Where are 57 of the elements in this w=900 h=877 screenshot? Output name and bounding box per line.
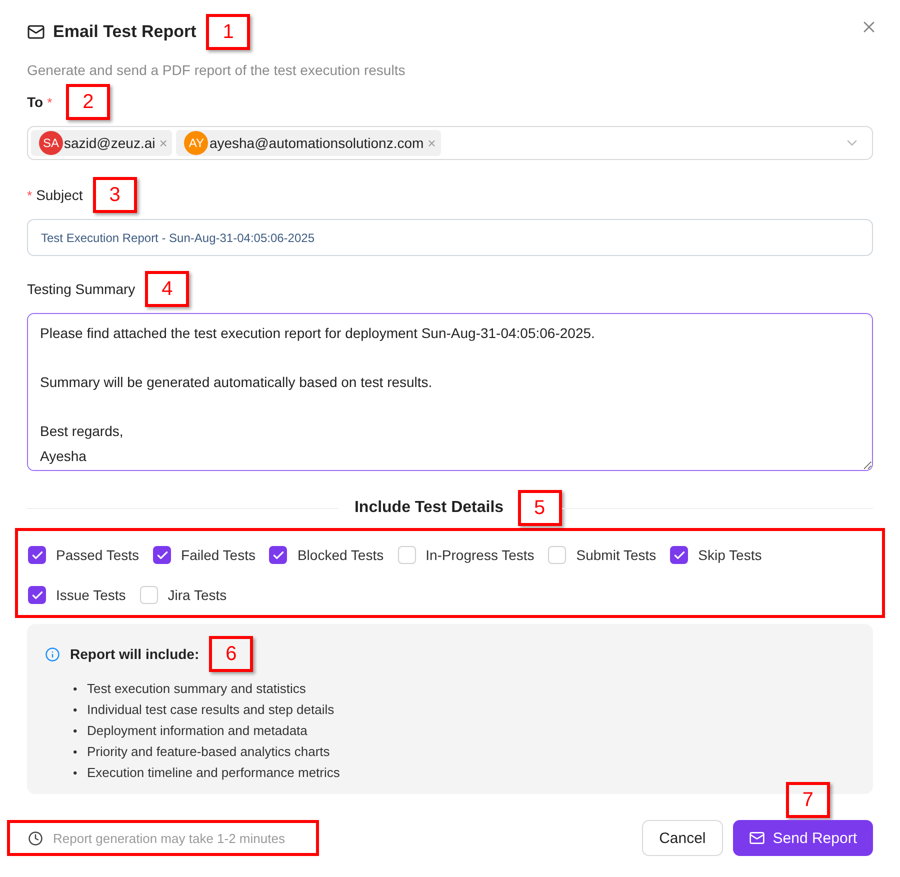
dialog-title: Email Test Report	[53, 22, 196, 42]
checkbox-option[interactable]: Submit Tests	[548, 537, 656, 573]
annotation-marker: 2	[66, 84, 110, 120]
hint-text: Report generation may take 1-2 minutes	[53, 830, 285, 846]
dialog-subtitle: Generate and send a PDF report of the test execution results	[27, 62, 406, 78]
clock-icon	[28, 830, 43, 846]
info-item: Priority and feature-based analytics charts	[87, 743, 330, 760]
subject-input[interactable]: Test Execution Report - Sun-Aug-31-04:05:06-2025	[27, 219, 873, 256]
checkbox-option[interactable]: Passed Tests	[28, 537, 140, 573]
checkbox-option[interactable]: In-Progress Tests	[398, 537, 534, 573]
annotation-marker: 3	[92, 177, 137, 213]
checkbox-option[interactable]: Skip Tests	[670, 537, 762, 573]
bullet: •	[73, 702, 78, 718]
check-icon	[30, 588, 44, 602]
field-label: Testing Summary	[27, 281, 136, 297]
annotation-marker: 7	[786, 782, 830, 818]
annotation-marker: 5	[518, 490, 562, 526]
bullet: •	[73, 744, 78, 760]
info-item: Deployment information and metadata	[87, 722, 308, 739]
check-icon	[30, 548, 44, 562]
checkbox-option[interactable]: Blocked Tests	[269, 537, 384, 573]
recipient-email: sazid@zeuz.ai	[64, 135, 156, 151]
bullet: •	[73, 722, 78, 738]
checkbox[interactable]	[28, 546, 46, 564]
annotation-marker: 6	[209, 636, 254, 672]
checkbox[interactable]	[269, 546, 288, 564]
avatar: AY	[184, 131, 208, 155]
required-mark: *	[27, 188, 32, 202]
check-icon	[156, 548, 169, 562]
bullet: •	[73, 764, 78, 780]
info-icon	[45, 646, 60, 662]
check-icon	[672, 548, 686, 562]
summary-textarea[interactable]: Please find attached the test execution report for deployment Sun-Aug-31-04:05:06-2025. Summary will be generated automatically based on test results. Best regards, Ayesha	[27, 313, 873, 471]
check-icon	[272, 548, 285, 562]
mail-icon	[27, 23, 45, 41]
mail-icon	[748, 830, 765, 846]
cancel-button[interactable]: Cancel	[642, 820, 723, 856]
avatar: SA	[39, 131, 63, 155]
checkbox[interactable]	[28, 586, 46, 604]
field-label: Subject	[36, 187, 83, 203]
info-item: Individual test case results and step details	[87, 701, 334, 718]
checkbox-option[interactable]: Jira Tests	[140, 577, 227, 613]
annotation-marker: 4	[145, 271, 190, 307]
bullet: •	[73, 680, 78, 696]
info-item: Execution timeline and performance metrics	[87, 764, 340, 781]
checkbox-option[interactable]: Issue Tests	[28, 577, 126, 613]
checkbox[interactable]	[153, 546, 172, 564]
send-button[interactable]: Send Report	[732, 820, 873, 856]
info-item: Test execution summary and statistics	[87, 680, 306, 697]
info-title: Report will include:	[70, 646, 200, 662]
checkbox-option[interactable]: Failed Tests	[153, 537, 256, 573]
annotation-marker: 1	[206, 14, 250, 50]
section-heading: Include Test Details	[354, 499, 504, 517]
required-mark: *	[47, 94, 52, 110]
recipient-email: ayesha@automationsolutionz.com	[209, 135, 424, 151]
checkbox[interactable]	[670, 546, 688, 564]
field-label: To	[27, 94, 44, 110]
